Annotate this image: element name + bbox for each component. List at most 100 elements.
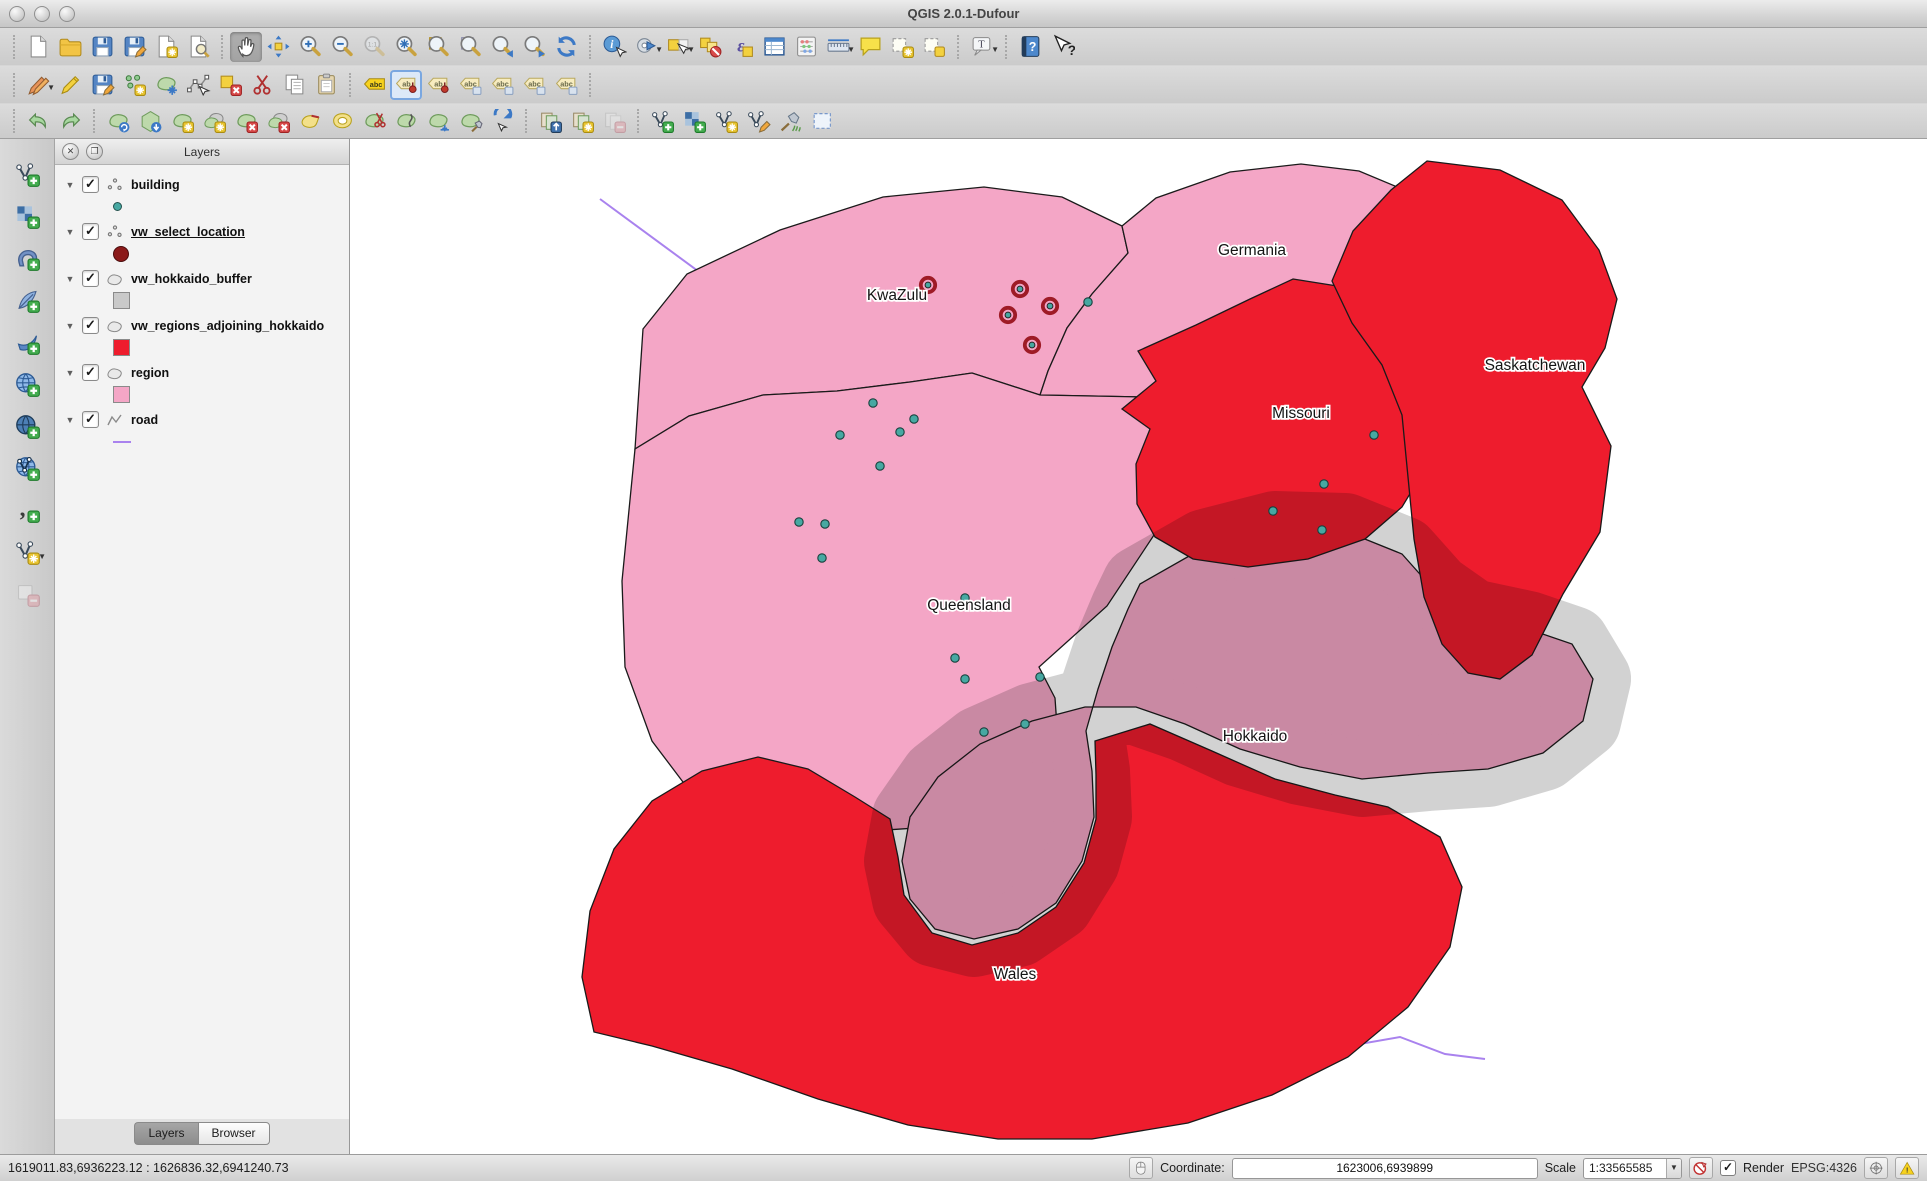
measure-line-button[interactable]: ▼: [822, 32, 854, 62]
zoom-out-button[interactable]: [326, 32, 358, 62]
map-canvas[interactable]: KwaZuluGermaniaSaskatchewanMissouriQueen…: [350, 139, 1927, 1154]
add-wms-layer-button[interactable]: [9, 367, 45, 401]
map-tips-button[interactable]: [854, 32, 886, 62]
expand-icon[interactable]: ▼: [65, 368, 75, 378]
layer-item-road[interactable]: ▼✓road: [55, 409, 349, 430]
layer-item-vw_hokkaido_buffer[interactable]: ▼ ✓ vw_hokkaido_buffer: [55, 268, 349, 289]
show-bookmarks-button[interactable]: [918, 32, 950, 62]
merge-features-button[interactable]: [422, 106, 454, 136]
save-layer-edits-button[interactable]: [86, 70, 118, 100]
move-label-button[interactable]: abc: [486, 70, 518, 100]
map-tools-button[interactable]: [774, 106, 806, 136]
message-log-icon[interactable]: !: [1895, 1157, 1919, 1179]
identify-features-button[interactable]: i: [598, 32, 630, 62]
render-checkbox[interactable]: ✓: [1720, 1160, 1736, 1176]
cut-features-button[interactable]: [246, 70, 278, 100]
coordinate-input[interactable]: [1232, 1158, 1538, 1179]
new-shapefile-layer-button[interactable]: [710, 106, 742, 136]
open-project-button[interactable]: [54, 32, 86, 62]
toggle-editing-button[interactable]: [54, 70, 86, 100]
move-feature-button[interactable]: [150, 70, 182, 100]
expand-icon[interactable]: ▼: [65, 321, 75, 331]
add-vector-layer-button[interactable]: [9, 157, 45, 191]
create-raster-layer-button[interactable]: [678, 106, 710, 136]
show-hide-labels-button[interactable]: abc: [454, 70, 486, 100]
create-vector-layer-button[interactable]: [646, 106, 678, 136]
tab-layers[interactable]: Layers: [134, 1122, 197, 1145]
add-spatialite-layer-button[interactable]: [9, 283, 45, 317]
add-delimited-text-layer-button[interactable]: ,: [9, 493, 45, 527]
new-project-button[interactable]: [22, 32, 54, 62]
layer-visibility-checkbox[interactable]: ✓: [82, 223, 99, 240]
reshape-features-button[interactable]: [294, 106, 326, 136]
delete-ring-button[interactable]: [230, 106, 262, 136]
layer-label[interactable]: region: [131, 366, 169, 380]
layer-item-vw_select_location[interactable]: ▼✓vw_select_location: [55, 221, 349, 242]
split-parts-button[interactable]: [390, 106, 422, 136]
scale-combo[interactable]: 1:33565585 ▼: [1583, 1158, 1682, 1179]
composer-manager-button[interactable]: [182, 32, 214, 62]
select-features-button[interactable]: ▼: [662, 32, 694, 62]
help-contents-button[interactable]: ?: [1014, 32, 1046, 62]
add-part-button[interactable]: [198, 106, 230, 136]
layer-visibility-checkbox[interactable]: ✓: [82, 176, 99, 193]
layer-label[interactable]: road: [131, 413, 158, 427]
new-print-composer-button[interactable]: [150, 32, 182, 62]
add-to-overview-button[interactable]: [566, 106, 598, 136]
new-shapefile-layer-button[interactable]: ▼: [9, 535, 45, 569]
current-edits-button[interactable]: ▼: [22, 70, 54, 100]
merge-feature-attributes-button[interactable]: [454, 106, 486, 136]
expand-icon[interactable]: ▼: [65, 274, 75, 284]
stop-render-icon[interactable]: [1689, 1157, 1713, 1179]
zoom-to-selection-button[interactable]: [422, 32, 454, 62]
zoom-last-button[interactable]: [486, 32, 518, 62]
edit-vector-layer-button[interactable]: [742, 106, 774, 136]
zoom-in-button[interactable]: [294, 32, 326, 62]
layer-label[interactable]: vw_hokkaido_buffer: [131, 272, 252, 286]
layer-visibility-checkbox[interactable]: ✓: [82, 364, 99, 381]
select-extent-button[interactable]: [806, 106, 838, 136]
add-mssql-layer-button[interactable]: [9, 325, 45, 359]
rotate-feature-button[interactable]: [102, 106, 134, 136]
tab-browser[interactable]: Browser: [198, 1122, 270, 1145]
labeling-options-button[interactable]: abc: [358, 70, 390, 100]
new-bookmark-button[interactable]: [886, 32, 918, 62]
split-features-button[interactable]: [358, 106, 390, 136]
delete-part-button[interactable]: [262, 106, 294, 136]
paste-features-button[interactable]: [310, 70, 342, 100]
zoom-full-extent-button[interactable]: [390, 32, 422, 62]
undo-button[interactable]: [22, 106, 54, 136]
pin-unpin-labels-button[interactable]: ab: [422, 70, 454, 100]
copy-features-button[interactable]: [278, 70, 310, 100]
add-ring-button[interactable]: [166, 106, 198, 136]
highlight-pinned-labels-button[interactable]: ab: [390, 70, 422, 100]
save-project-button[interactable]: [86, 32, 118, 62]
layer-label[interactable]: vw_select_location: [131, 225, 245, 239]
layer-item-vw_regions_adjoining_hokkaido[interactable]: ▼✓vw_regions_adjoining_hokkaido: [55, 315, 349, 336]
layer-visibility-checkbox[interactable]: ✓: [82, 270, 99, 287]
crs-status-icon[interactable]: [1864, 1157, 1888, 1179]
chevron-down-icon[interactable]: ▼: [1666, 1159, 1681, 1178]
node-tool-button[interactable]: [182, 70, 214, 100]
add-feature-button[interactable]: [118, 70, 150, 100]
layer-item-region[interactable]: ▼ ✓ region: [55, 362, 349, 383]
select-by-expression-button[interactable]: ε: [726, 32, 758, 62]
change-label-properties-button[interactable]: abc: [550, 70, 582, 100]
add-raster-layer-button[interactable]: [9, 199, 45, 233]
expand-icon[interactable]: ▼: [65, 180, 75, 190]
pan-map-button[interactable]: [230, 32, 262, 62]
open-attribute-table-button[interactable]: [758, 32, 790, 62]
zoom-next-button[interactable]: [518, 32, 550, 62]
field-calculator-button[interactable]: [790, 32, 822, 62]
add-wfs-layer-button[interactable]: [9, 451, 45, 485]
run-feature-action-button[interactable]: ▼: [630, 32, 662, 62]
rotate-point-symbols-button[interactable]: [486, 106, 518, 136]
layer-label[interactable]: building: [131, 178, 180, 192]
layer-visibility-checkbox[interactable]: ✓: [82, 411, 99, 428]
deselect-features-button[interactable]: [694, 32, 726, 62]
layer-item-building[interactable]: ▼ ✓ building: [55, 174, 349, 195]
zoom-to-layer-button[interactable]: [454, 32, 486, 62]
save-project-as-button[interactable]: [118, 32, 150, 62]
mouse-position-icon[interactable]: [1129, 1157, 1153, 1179]
layer-label[interactable]: vw_regions_adjoining_hokkaido: [131, 319, 324, 333]
